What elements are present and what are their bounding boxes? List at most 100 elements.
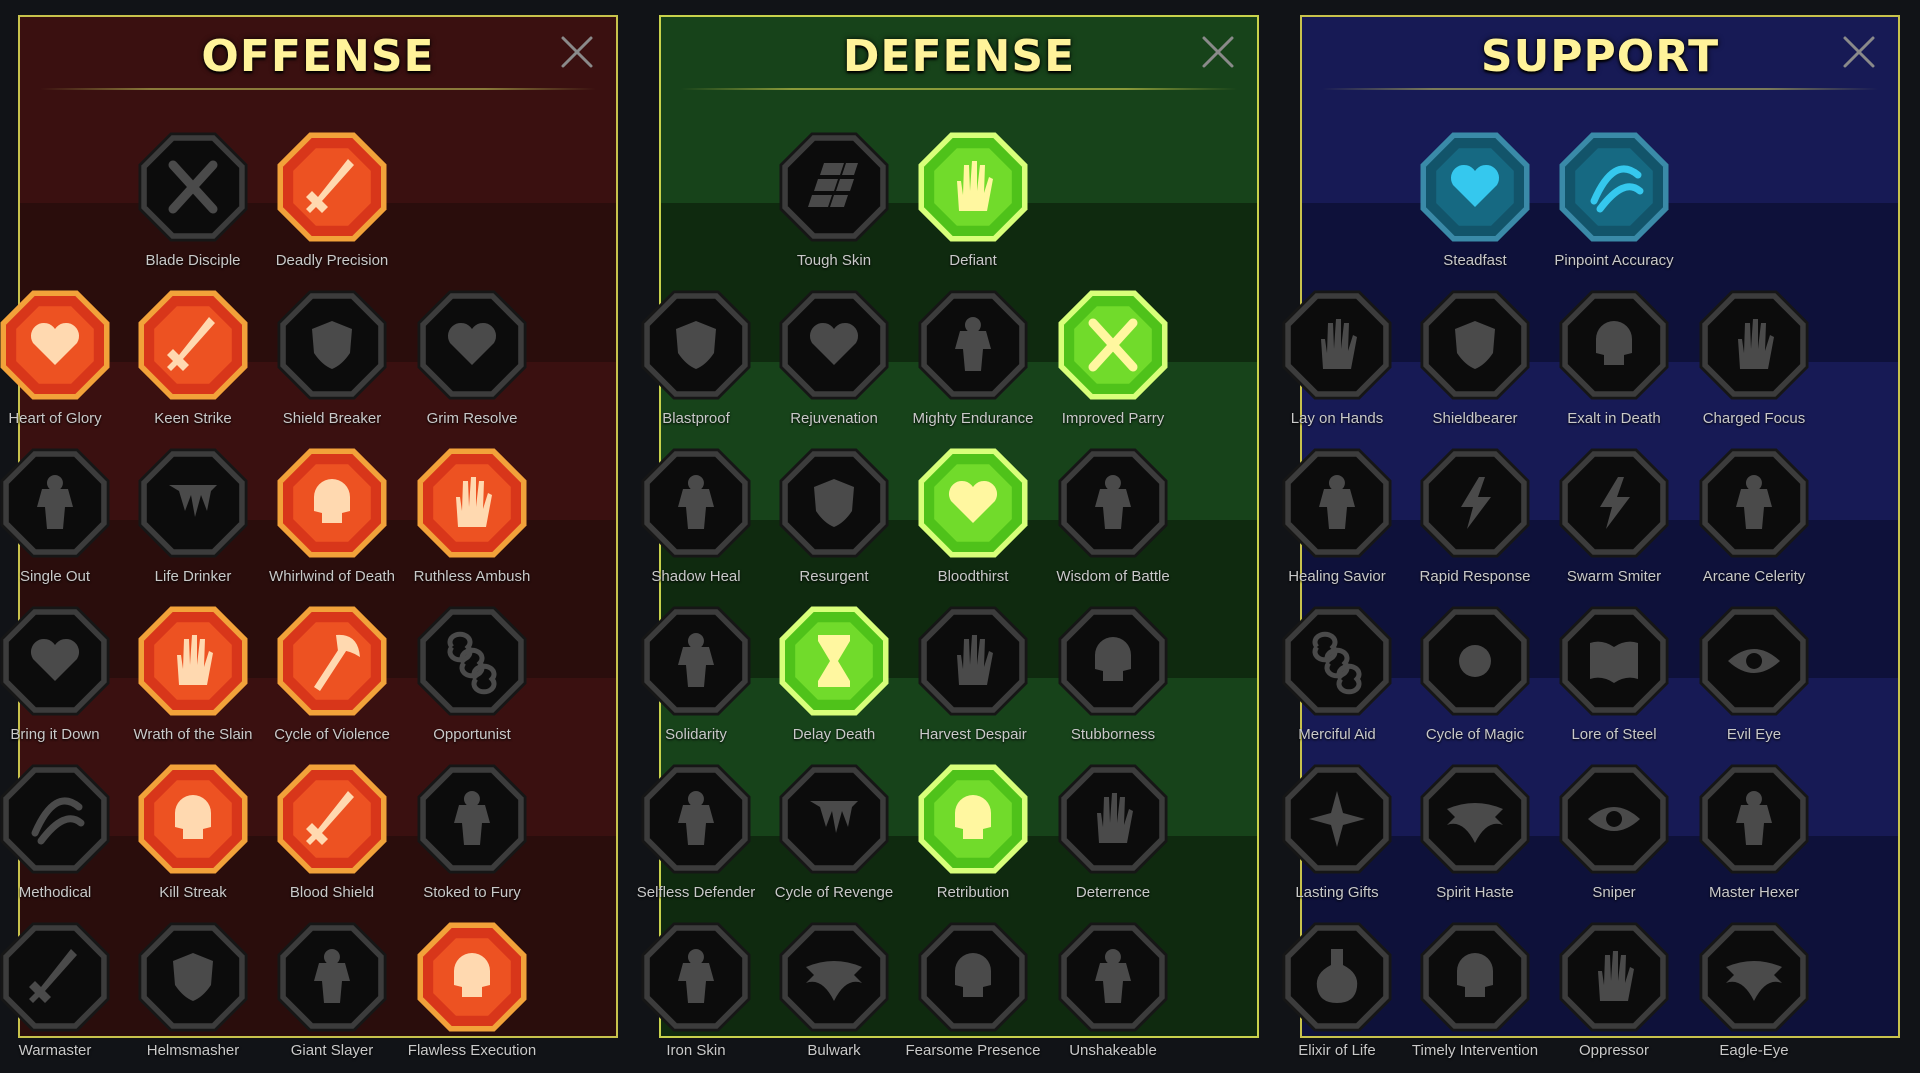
skill-label: Elixir of Life [1298, 1042, 1376, 1059]
skill-deadly-precision[interactable]: Deadly Precision [262, 125, 402, 283]
skill-deterrence[interactable]: Deterrence [1043, 757, 1183, 915]
skill-shield-breaker[interactable]: Shield Breaker [262, 283, 402, 441]
skill-wrath-of-the-slain[interactable]: Wrath of the Slain [123, 599, 263, 757]
skill-steadfast[interactable]: Steadfast [1405, 125, 1545, 283]
skill-helmsmasher[interactable]: Helmsmasher [123, 915, 263, 1073]
skill-label: Cycle of Violence [274, 726, 390, 743]
skill-wisdom-of-battle[interactable]: Wisdom of Battle [1043, 441, 1183, 599]
skill-label: Improved Parry [1061, 410, 1165, 427]
skill-label: Mighty Endurance [912, 410, 1034, 427]
skill-merciful-aid[interactable]: Merciful Aid [1267, 599, 1407, 757]
scale-plates-icon [779, 132, 889, 242]
skill-label: Solidarity [665, 726, 727, 743]
skill-bring-it-down[interactable]: Bring it Down [0, 599, 125, 757]
skill-bulwark[interactable]: Bulwark [764, 915, 904, 1073]
skill-cycle-of-magic[interactable]: Cycle of Magic [1405, 599, 1545, 757]
skill-sniper[interactable]: Sniper [1544, 757, 1684, 915]
armored-figure-icon [641, 922, 751, 1032]
knight-shield-icon [779, 448, 889, 558]
skill-defiant[interactable]: Defiant [903, 125, 1043, 283]
skill-lore-of-steel[interactable]: Lore of Steel [1544, 599, 1684, 757]
skill-label: Exalt in Death [1567, 410, 1661, 427]
skill-giant-slayer[interactable]: Giant Slayer [262, 915, 402, 1073]
skill-keen-strike[interactable]: Keen Strike [123, 283, 263, 441]
skill-timely-intervention[interactable]: Timely Intervention [1405, 915, 1545, 1073]
skill-label: Sniper [1592, 884, 1636, 901]
skill-lay-on-hands[interactable]: Lay on Hands [1267, 283, 1407, 441]
skill-fearsome-presence[interactable]: Fearsome Presence [903, 915, 1043, 1073]
skill-shieldbearer[interactable]: Shieldbearer [1405, 283, 1545, 441]
skill-master-hexer[interactable]: Master Hexer [1684, 757, 1824, 915]
skill-stoked-to-fury[interactable]: Stoked to Fury [402, 757, 542, 915]
skill-delay-death[interactable]: Delay Death [764, 599, 904, 757]
skill-iron-skin[interactable]: Iron Skin [626, 915, 766, 1073]
skill-warmaster[interactable]: Warmaster [0, 915, 125, 1073]
skill-whirlwind-of-death[interactable]: Whirlwind of Death [262, 441, 402, 599]
skill-label: Life Drinker [154, 568, 232, 585]
skill-resurgent[interactable]: Resurgent [764, 441, 904, 599]
skill-bloodthirst[interactable]: Bloodthirst [903, 441, 1043, 599]
defense-tier-2: Blastproof Rejuvenation Mighty Endurance Im… [641, 283, 1257, 441]
skill-life-drinker[interactable]: Life Drinker [123, 441, 263, 599]
skill-rejuvenation[interactable]: Rejuvenation [764, 283, 904, 441]
skill-swarm-smiter[interactable]: Swarm Smiter [1544, 441, 1684, 599]
skill-retribution[interactable]: Retribution [903, 757, 1043, 915]
skill-label: Blade Disciple [145, 252, 241, 269]
praying-hands-icon [1282, 290, 1392, 400]
swords-arc-icon [0, 764, 110, 874]
offense-close-button[interactable] [560, 35, 594, 69]
crossed-blades-icon [1058, 290, 1168, 400]
skill-healing-savior[interactable]: Healing Savior [1267, 441, 1407, 599]
skill-eagle-eye[interactable]: Eagle-Eye [1684, 915, 1824, 1073]
support-close-button[interactable] [1842, 35, 1876, 69]
skill-blood-shield[interactable]: Blood Shield [262, 757, 402, 915]
skill-cycle-of-violence[interactable]: Cycle of Violence [262, 599, 402, 757]
skill-rapid-response[interactable]: Rapid Response [1405, 441, 1545, 599]
skill-heart-of-glory[interactable]: Heart of Glory [0, 283, 125, 441]
skill-unshakeable[interactable]: Unshakeable [1043, 915, 1183, 1073]
skill-blade-disciple[interactable]: Blade Disciple [123, 125, 263, 283]
skill-kill-streak[interactable]: Kill Streak [123, 757, 263, 915]
skill-elixir-of-life[interactable]: Elixir of Life [1267, 915, 1407, 1073]
skill-label: Timely Intervention [1411, 1042, 1539, 1059]
defense-tier-6: Iron Skin Bulwark Fearsome Presence Unshake… [641, 915, 1257, 1073]
skill-label: Iron Skin [666, 1042, 726, 1059]
offense-tier-5: Methodical Kill Streak Blood Shield Stoked … [0, 757, 616, 915]
skill-solidarity[interactable]: Solidarity [626, 599, 766, 757]
chain-lightning-icon [417, 606, 527, 716]
defense-close-button[interactable] [1201, 35, 1235, 69]
skill-stubborness[interactable]: Stubborness [1043, 599, 1183, 757]
defense-tier-4: Solidarity Delay Death Harvest Despair Stub… [641, 599, 1257, 757]
skill-improved-parry[interactable]: Improved Parry [1043, 283, 1183, 441]
offense-title: OFFENSE [201, 31, 435, 82]
skill-methodical[interactable]: Methodical [0, 757, 125, 915]
skill-shadow-heal[interactable]: Shadow Heal [626, 441, 766, 599]
skill-evil-eye[interactable]: Evil Eye [1684, 599, 1824, 757]
skill-charged-focus[interactable]: Charged Focus [1684, 283, 1824, 441]
skill-exalt-in-death[interactable]: Exalt in Death [1544, 283, 1684, 441]
skill-label: Stoked to Fury [423, 884, 521, 901]
support-panel: SUPPORT Steadfast Pinpoint Accuracy Lay on … [1282, 15, 1900, 1059]
skill-single-out[interactable]: Single Out [0, 441, 125, 599]
skill-lasting-gifts[interactable]: Lasting Gifts [1267, 757, 1407, 915]
offense-panel: OFFENSE Blade Disciple Deadly Precision Hea… [0, 15, 618, 1059]
skill-flawless-execution[interactable]: Flawless Execution [402, 915, 542, 1073]
skill-label: Ruthless Ambush [413, 568, 531, 585]
skill-opportunist[interactable]: Opportunist [402, 599, 542, 757]
skill-selfless-defender[interactable]: Selfless Defender [626, 757, 766, 915]
comet-icon [1420, 606, 1530, 716]
skill-pinpoint-accuracy[interactable]: Pinpoint Accuracy [1544, 125, 1684, 283]
skill-blastproof[interactable]: Blastproof [626, 283, 766, 441]
skill-oppressor[interactable]: Oppressor [1544, 915, 1684, 1073]
skill-harvest-despair[interactable]: Harvest Despair [903, 599, 1043, 757]
offense-tier-6: Warmaster Helmsmasher Giant Slayer Flawless… [0, 915, 616, 1073]
skill-tough-skin[interactable]: Tough Skin [764, 125, 904, 283]
skill-ruthless-ambush[interactable]: Ruthless Ambush [402, 441, 542, 599]
skill-label: Evil Eye [1726, 726, 1782, 743]
skill-arcane-celerity[interactable]: Arcane Celerity [1684, 441, 1824, 599]
skill-spirit-haste[interactable]: Spirit Haste [1405, 757, 1545, 915]
skill-mighty-endurance[interactable]: Mighty Endurance [903, 283, 1043, 441]
skill-grim-resolve[interactable]: Grim Resolve [402, 283, 542, 441]
skill-label: Bulwark [807, 1042, 861, 1059]
skill-cycle-of-revenge[interactable]: Cycle of Revenge [764, 757, 904, 915]
